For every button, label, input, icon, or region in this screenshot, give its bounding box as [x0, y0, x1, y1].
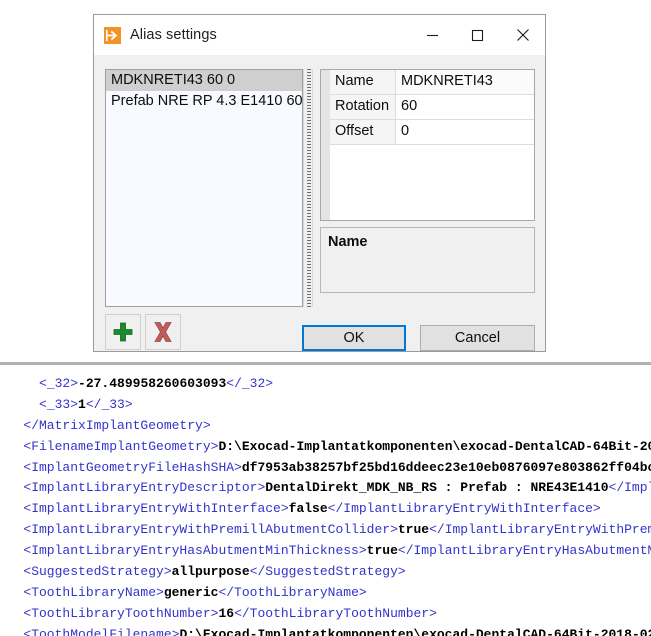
- property-grid-gutter: [321, 70, 330, 220]
- property-value[interactable]: 60: [396, 95, 534, 119]
- property-row-name[interactable]: Name MDKNRETI43: [330, 70, 534, 95]
- xml-line: </MatrixImplantGeometry>: [0, 416, 651, 437]
- xml-line: <ImplantLibraryEntryHasAbutmentMinThickn…: [0, 541, 651, 562]
- property-key: Rotation: [330, 95, 396, 119]
- xml-tag: </SuggestedStrategy>: [249, 564, 406, 580]
- x-delete-icon: [154, 322, 172, 342]
- add-alias-button[interactable]: [105, 314, 141, 350]
- xml-line: <ToothLibraryToothNumber>16</ToothLibrar…: [0, 604, 651, 625]
- property-grid[interactable]: Name MDKNRETI43 Rotation 60 Offset 0: [320, 69, 535, 221]
- xml-tag: </MatrixImplantGeometry>: [23, 417, 211, 433]
- xml-value: D:\Exocad-Implantatkomponenten\exocad-De…: [218, 438, 651, 454]
- property-description-pane: Name: [320, 227, 535, 293]
- xml-tag: </ImplantLibraryEntryDescriptor>: [608, 480, 651, 496]
- splitter-handle[interactable]: [303, 69, 313, 307]
- xml-line: <_33>1</_33>: [0, 395, 651, 416]
- xml-tag: <SuggestedStrategy>: [23, 564, 172, 580]
- xml-value: -27.489958260603093: [78, 376, 227, 391]
- plus-icon: [113, 322, 133, 342]
- section-divider: [0, 362, 651, 365]
- xml-tag: </_32>: [226, 376, 274, 391]
- xml-tag: <ImplantLibraryEntryWithPremillAbutmentC…: [23, 522, 398, 538]
- property-row-offset[interactable]: Offset 0: [330, 120, 534, 145]
- property-value[interactable]: 0: [396, 120, 534, 144]
- xml-tag: <ImplantLibraryEntryDescriptor>: [23, 480, 266, 496]
- xml-line: <ImplantGeometryFileHashSHA>df7953ab3825…: [0, 458, 651, 479]
- xml-value: DentalDirekt_MDK_NB_RS : Prefab : NRE43E…: [265, 480, 609, 496]
- xml-tag: </_33>: [85, 396, 133, 412]
- xml-tag: </ToothLibraryName>: [218, 584, 367, 600]
- xml-tag: <FilenameImplantGeometry>: [23, 438, 219, 454]
- xml-tag: </ToothLibraryToothNumber>: [234, 605, 437, 621]
- xml-tag: </ImplantLibraryEntryHasAbutmentMinThick…: [397, 543, 651, 559]
- xml-tag: <ToothLibraryToothNumber>: [23, 605, 219, 621]
- property-row-rotation[interactable]: Rotation 60: [330, 95, 534, 120]
- xml-tag: </ImplantLibraryEntryWithInterface>: [327, 501, 601, 517]
- close-icon[interactable]: [500, 15, 545, 55]
- alias-settings-dialog: Alias settings MDKNRETI43 60 0 Prefab NR…: [93, 14, 546, 352]
- xml-tag: <ToothModelFilename>: [23, 626, 180, 636]
- cancel-button[interactable]: Cancel: [420, 325, 535, 351]
- xml-value: allpurpose: [171, 564, 250, 580]
- xml-text-block: <_32>-27.489958260603093</_32> <_33>1</_…: [0, 374, 651, 636]
- xml-tag: <ToothLibraryName>: [23, 584, 164, 600]
- property-value[interactable]: MDKNRETI43: [396, 70, 534, 94]
- xml-line: <_32>-27.489958260603093</_32>: [0, 374, 651, 395]
- xml-tag: <ImplantGeometryFileHashSHA>: [23, 459, 242, 475]
- xml-line: <SuggestedStrategy>allpurpose</Suggested…: [0, 562, 651, 583]
- list-item[interactable]: Prefab NRE RP 4.3 E1410 60 0: [106, 91, 302, 112]
- property-key: Name: [330, 70, 396, 94]
- export-arrow-icon: [104, 26, 121, 44]
- ok-button[interactable]: OK: [302, 325, 406, 351]
- xml-tag: </ImplantLibraryEntryWithPremillAbutment…: [429, 522, 651, 538]
- xml-line: <ToothModelFilename>D:\Exocad-Implantatk…: [0, 625, 651, 636]
- xml-line: <ToothLibraryName>generic</ToothLibraryN…: [0, 583, 651, 604]
- xml-tag: <ImplantLibraryEntryWithInterface>: [23, 501, 289, 517]
- xml-value: true: [397, 522, 430, 538]
- xml-tag: <ImplantLibraryEntryHasAbutmentMinThickn…: [23, 543, 367, 559]
- property-description-title: Name: [328, 234, 368, 250]
- xml-value: true: [366, 543, 398, 559]
- xml-value: 1: [78, 396, 86, 412]
- maximize-icon[interactable]: [455, 15, 500, 55]
- dialog-title: Alias settings: [130, 27, 217, 43]
- xml-tag: <_32>: [39, 376, 79, 391]
- alias-list[interactable]: MDKNRETI43 60 0 Prefab NRE RP 4.3 E1410 …: [105, 69, 303, 307]
- xml-value: D:\Exocad-Implantatkomponenten\exocad-De…: [179, 626, 651, 636]
- xml-tag: <_33>: [39, 396, 79, 412]
- xml-line: <ImplantLibraryEntryWithInterface>false<…: [0, 499, 651, 520]
- list-item[interactable]: MDKNRETI43 60 0: [106, 70, 302, 91]
- xml-value: 16: [218, 605, 235, 621]
- xml-line: <ImplantLibraryEntryDescriptor>DentalDir…: [0, 478, 651, 499]
- dialog-titlebar[interactable]: Alias settings: [94, 15, 545, 55]
- dialog-client-area: MDKNRETI43 60 0 Prefab NRE RP 4.3 E1410 …: [94, 55, 545, 351]
- property-key: Offset: [330, 120, 396, 144]
- delete-alias-button[interactable]: [145, 314, 181, 350]
- xml-value: false: [288, 501, 328, 517]
- xml-line: <ImplantLibraryEntryWithPremillAbutmentC…: [0, 520, 651, 541]
- minimize-icon[interactable]: [410, 15, 455, 55]
- xml-line: <FilenameImplantGeometry>D:\Exocad-Impla…: [0, 437, 651, 458]
- xml-value: generic: [163, 584, 219, 600]
- xml-value: df7953ab38257bf25bd16ddeec23e10eb0876097…: [241, 459, 651, 475]
